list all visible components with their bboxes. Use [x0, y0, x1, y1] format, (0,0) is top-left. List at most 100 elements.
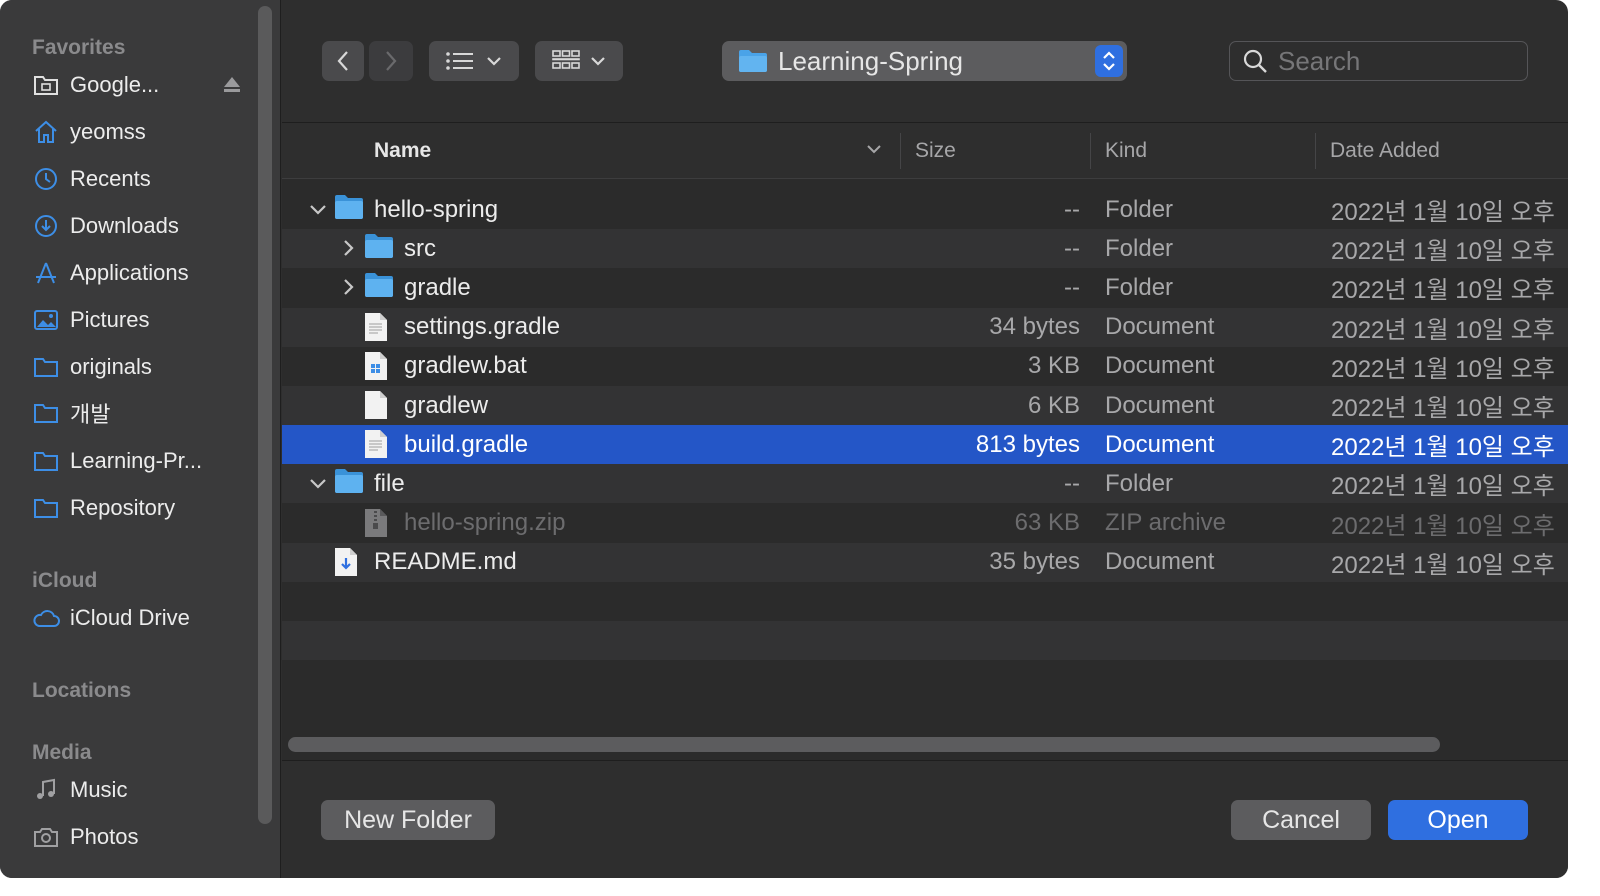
- sidebar-item-yeomss[interactable]: yeomss: [32, 112, 252, 152]
- up-down-chevron-icon: [1103, 51, 1115, 71]
- open-button[interactable]: Open: [1388, 800, 1528, 840]
- file-kind: Document: [1105, 313, 1215, 341]
- search-field[interactable]: [1229, 41, 1528, 81]
- file-date-added: 2022년 1월 10일 오후: [1331, 473, 1555, 501]
- sidebar-item-applications[interactable]: Applications: [32, 253, 252, 293]
- file-date-added: 2022년 1월 10일 오후: [1331, 355, 1555, 383]
- location-label: Learning-Spring: [778, 45, 964, 76]
- eject-icon[interactable]: [222, 74, 242, 100]
- folder-icon: [32, 494, 60, 522]
- disclosure-closed-icon[interactable]: [338, 238, 358, 258]
- file-date-added: 2022년 1월 10일 오후: [1331, 238, 1555, 266]
- folder-icon: [334, 194, 364, 224]
- sidebar-item-originals[interactable]: originals: [32, 347, 252, 387]
- sidebar-item-label: yeomss: [70, 119, 146, 144]
- file-name: gradlew.bat: [404, 352, 527, 380]
- file-size: --: [1064, 469, 1080, 497]
- location-stepper[interactable]: [1095, 45, 1123, 77]
- sidebar-item-repository[interactable]: Repository: [32, 488, 252, 528]
- chevron-down-icon: [591, 57, 605, 66]
- sidebar-item-icloud-drive[interactable]: iCloud Drive: [32, 598, 252, 638]
- back-button[interactable]: [322, 41, 364, 81]
- file-date-added: 2022년 1월 10일 오후: [1331, 277, 1555, 305]
- file-kind: Folder: [1105, 469, 1174, 497]
- file-row[interactable]: src -- Folder 2022년 1월 10일 오후: [282, 229, 1568, 269]
- sidebar-item-recents[interactable]: Recents: [32, 159, 252, 199]
- file-row[interactable]: gradlew.bat 3 KB Document 2022년 1월 10일 오후: [282, 347, 1568, 386]
- sidebar-item-label: Learning-Pr...: [70, 448, 203, 473]
- chevron-left-icon: [337, 51, 348, 71]
- file-size: --: [1064, 195, 1080, 223]
- sort-chevron-down-icon[interactable]: [866, 143, 882, 155]
- empty-row: [282, 660, 1568, 699]
- sidebar-item-dev[interactable]: 개발: [32, 393, 252, 433]
- sidebar-section-locations: Locations: [32, 679, 132, 702]
- music-note-icon: [32, 776, 60, 804]
- disclosure-closed-icon[interactable]: [338, 277, 358, 297]
- location-popup[interactable]: Learning-Spring: [722, 41, 1127, 81]
- list-view-icon: [446, 52, 473, 70]
- sidebar-section-media: Media: [32, 741, 92, 764]
- file-date-added: 2022년 1월 10일 오후: [1331, 316, 1555, 344]
- file-kind: Folder: [1105, 195, 1174, 223]
- file-kind: Folder: [1105, 234, 1174, 262]
- document-icon: [364, 429, 394, 459]
- file-name: build.gradle: [404, 430, 529, 458]
- file-row[interactable]: README.md 35 bytes Document 2022년 1월 10일 오후: [282, 542, 1568, 582]
- group-view-button[interactable]: [535, 41, 623, 81]
- folder-icon: [364, 233, 394, 263]
- clock-icon: [32, 165, 60, 193]
- column-header-date-added[interactable]: Date Added: [1330, 123, 1440, 178]
- sidebar-item-google-drive[interactable]: Google...: [32, 65, 252, 105]
- file-name: hello-spring.zip: [404, 509, 566, 537]
- list-view-button[interactable]: [429, 41, 519, 81]
- file-kind: Folder: [1105, 273, 1174, 301]
- horizontal-scrollbar[interactable]: [288, 737, 1440, 752]
- sidebar-item-pictures[interactable]: Pictures: [32, 300, 252, 340]
- blank-document-icon: [364, 390, 394, 420]
- file-row[interactable]: file -- Folder 2022년 1월 10일 오후: [282, 464, 1568, 504]
- camera-icon: [32, 823, 60, 851]
- file-row[interactable]: settings.gradle 34 bytes Document 2022년 1월 …: [282, 307, 1568, 347]
- sidebar-item-downloads[interactable]: Downloads: [32, 206, 252, 246]
- sidebar-item-learning[interactable]: Learning-Pr...: [32, 441, 252, 481]
- file-row: hello-spring.zip 63 KB ZIP archive 2022년 1월…: [282, 504, 1568, 543]
- file-size: 813 bytes: [975, 430, 1080, 458]
- column-header-bar: Name Size Kind Date Added: [282, 123, 1568, 179]
- column-header-name[interactable]: Name: [374, 123, 431, 178]
- file-row[interactable]: hello-spring -- Folder 2022년 1월 10일 오후: [282, 190, 1568, 229]
- file-list: Name Size Kind Date Added hello-spring --…: [282, 122, 1568, 761]
- file-row[interactable]: gradlew 6 KB Document 2022년 1월 10일 오후: [282, 386, 1568, 425]
- file-size: 6 KB: [1027, 391, 1080, 419]
- file-kind: Document: [1105, 352, 1215, 380]
- folder-icon: [739, 50, 767, 72]
- sidebar-section-icloud: iCloud: [32, 569, 98, 592]
- column-header-size[interactable]: Size: [915, 123, 956, 178]
- sidebar-item-music[interactable]: Music: [32, 770, 252, 810]
- markdown-file-icon: [334, 547, 364, 577]
- pictures-icon: [32, 306, 60, 334]
- sidebar-item-label: Applications: [70, 260, 189, 285]
- zip-archive-icon: [364, 508, 394, 538]
- folder-icon: [364, 272, 394, 302]
- disclosure-open-icon[interactable]: [308, 473, 328, 493]
- sidebar-scrollbar[interactable]: [258, 6, 272, 824]
- new-folder-button[interactable]: New Folder: [321, 800, 495, 840]
- search-icon: [1243, 49, 1267, 73]
- file-size: 63 KB: [1014, 509, 1080, 537]
- sidebar-item-label: Google...: [70, 72, 160, 97]
- file-size: --: [1064, 234, 1080, 262]
- column-header-kind[interactable]: Kind: [1105, 123, 1147, 178]
- sidebar-item-photos[interactable]: Photos: [32, 817, 252, 857]
- file-kind: Document: [1105, 430, 1215, 458]
- disclosure-open-icon[interactable]: [308, 199, 328, 219]
- search-input[interactable]: [1276, 44, 1510, 78]
- sidebar-item-label: Downloads: [70, 213, 179, 238]
- sidebar-section-favorites: Favorites: [32, 36, 126, 59]
- empty-row: [282, 621, 1568, 661]
- file-row[interactable]: gradle -- Folder 2022년 1월 10일 오후: [282, 268, 1568, 307]
- forward-button[interactable]: [369, 41, 413, 81]
- sidebar-item-label: 개발: [70, 402, 111, 427]
- cancel-button[interactable]: Cancel: [1231, 800, 1371, 840]
- file-row[interactable]: build.gradle 813 bytes Document 2022년 1월 10…: [282, 425, 1568, 465]
